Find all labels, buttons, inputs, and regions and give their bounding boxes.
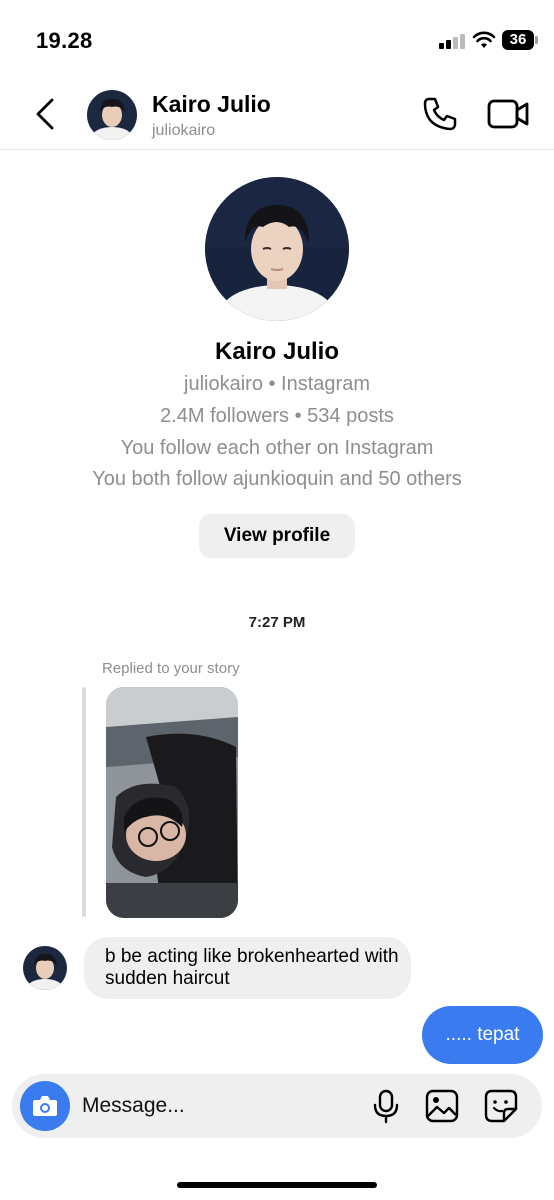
wifi-icon [472, 31, 496, 48]
message-composer [12, 1074, 542, 1138]
header-name: Kairo Julio [152, 91, 271, 117]
chat-header: Kairo Julio juliokairo [0, 80, 554, 150]
gallery-image-icon[interactable] [423, 1087, 461, 1125]
video-call-icon[interactable] [486, 94, 530, 134]
message-input[interactable] [82, 1088, 352, 1124]
sticker-icon[interactable] [482, 1087, 520, 1125]
message-timestamp: 7:27 PM [248, 614, 306, 631]
back-chevron-icon[interactable] [30, 96, 64, 132]
profile-avatar[interactable] [205, 177, 349, 321]
status-bar: 19.28 36 [0, 0, 554, 80]
incoming-message-bubble[interactable]: b be acting like brokenhearted with sudd… [84, 937, 411, 999]
camera-button[interactable] [20, 1081, 70, 1131]
profile-handle-line: juliokairo • Instagram [184, 373, 370, 395]
camera-icon [33, 1096, 57, 1116]
phone-call-icon[interactable] [420, 94, 460, 134]
profile-stats-line: 2.4M followers • 534 posts [160, 405, 394, 427]
profile-name: Kairo Julio [214, 338, 340, 365]
sender-avatar[interactable] [23, 946, 67, 990]
story-reply-label: Replied to your story [102, 660, 240, 677]
status-time: 19.28 [36, 28, 93, 53]
home-indicator [177, 1182, 377, 1188]
reply-quote-bar [82, 687, 86, 917]
cellular-signal-icon [439, 33, 465, 49]
profile-mutual-follows: You both follow ajunkioquin and 50 other… [92, 468, 462, 490]
battery-tip [535, 36, 538, 44]
profile-follow-status: You follow each other on Instagram [120, 437, 434, 459]
header-handle: juliokairo [152, 122, 216, 139]
header-avatar[interactable] [87, 90, 137, 140]
outgoing-message-bubble[interactable]: ..... tepat [422, 1006, 543, 1064]
story-thumbnail[interactable] [106, 687, 238, 918]
battery-indicator: 36 [502, 30, 534, 50]
view-profile-button[interactable]: View profile [199, 514, 355, 558]
microphone-icon[interactable] [367, 1087, 405, 1125]
